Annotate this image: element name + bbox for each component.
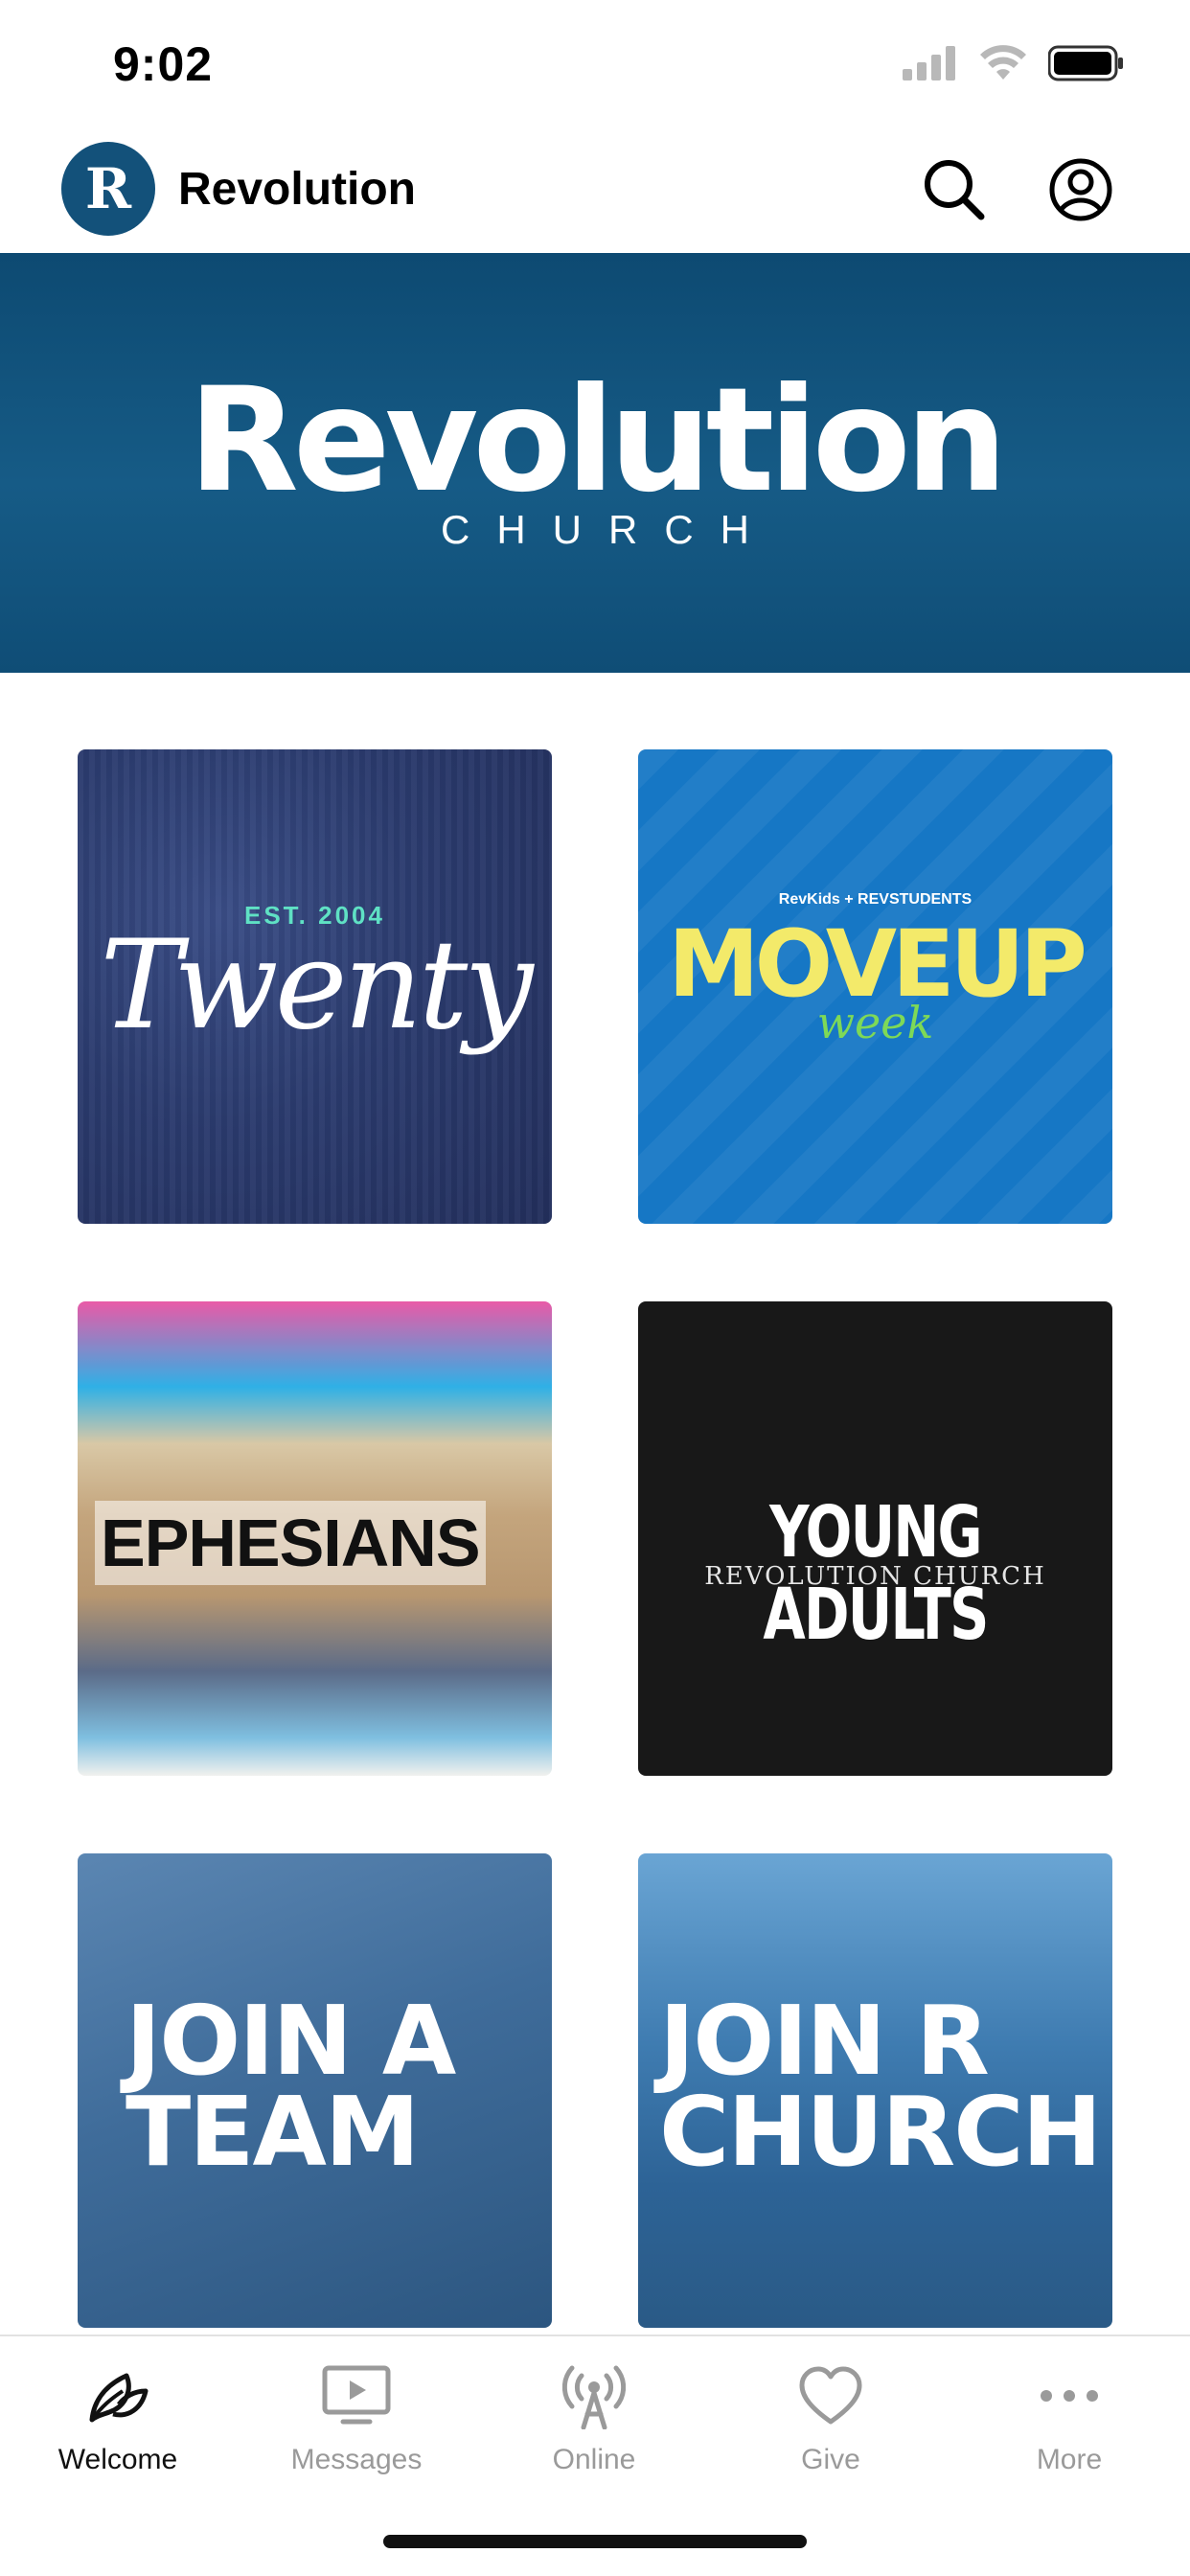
tab-more-label: More <box>1036 2444 1103 2475</box>
app-logo[interactable]: R <box>61 142 155 236</box>
logo-letter: R <box>84 156 132 221</box>
tile-join-team-line1: JOIN A <box>126 1985 456 2097</box>
tab-welcome-label: Welcome <box>57 2444 178 2475</box>
tile-young-adults-subtitle: REVOLUTION CHURCH <box>704 1562 1046 1591</box>
hero-banner: Revolution CHURCH <box>0 253 1190 673</box>
heart-icon <box>799 2366 862 2425</box>
tab-online[interactable]: Online <box>489 2359 699 2476</box>
tile-ephesians[interactable]: EPHESIANS <box>78 1301 552 1776</box>
tile-join-church-title: JOIN R CHURCH <box>659 1985 1102 2188</box>
tab-more[interactable]: More <box>964 2359 1175 2476</box>
profile-icon[interactable] <box>1046 155 1115 224</box>
leaf-icon <box>89 2373 149 2423</box>
home-indicator <box>383 2535 807 2548</box>
antenna-icon <box>562 2365 626 2429</box>
tile-join-church[interactable]: JOIN R CHURCH <box>638 1853 1112 2328</box>
hero-title: Revolution <box>188 357 1007 524</box>
tile-join-church-line2: CHURCH <box>659 2076 1102 2188</box>
wifi-icon <box>980 45 1026 80</box>
hero-subtitle: CHURCH <box>441 507 776 552</box>
tile-ephesians-title: EPHESIANS <box>95 1501 486 1585</box>
status-icons <box>903 44 1125 82</box>
tab-online-label: Online <box>552 2444 636 2475</box>
tile-join-team[interactable]: JOIN A TEAM <box>78 1853 552 2328</box>
search-icon[interactable] <box>920 155 989 224</box>
cellular-signal-icon <box>903 46 955 80</box>
tile-twenty-title: Twenty <box>100 914 533 1057</box>
tab-give[interactable]: Give <box>725 2359 936 2476</box>
tv-play-icon <box>322 2365 391 2425</box>
battery-icon <box>1048 45 1123 81</box>
tile-join-team-title: JOIN A TEAM <box>126 1985 456 2188</box>
status-time: 9:02 <box>113 37 214 91</box>
tab-give-label: Give <box>801 2444 860 2475</box>
tab-messages[interactable]: Messages <box>251 2359 462 2476</box>
tab-welcome[interactable]: Welcome <box>12 2359 223 2476</box>
status-bar: 9:02 <box>0 0 1190 128</box>
tile-join-team-line2: TEAM <box>126 2076 420 2188</box>
tab-messages-label: Messages <box>290 2444 423 2475</box>
more-dots-icon <box>1041 2390 1098 2402</box>
app-title: Revolution <box>178 164 416 215</box>
tile-moveup-week: week <box>816 997 934 1048</box>
app-header: R Revolution <box>0 128 1190 253</box>
tile-moveup-brands: RevKids + REVSTUDENTS <box>778 891 973 908</box>
tile-join-church-line1: JOIN R <box>659 1985 990 2097</box>
tile-young-adults[interactable]: YOUNG ADULTS REVOLUTION CHURCH <box>638 1301 1112 1776</box>
tile-moveup[interactable]: RevKids + REVSTUDENTS MOVEUP week <box>638 749 1112 1224</box>
tile-twenty[interactable]: EST. 2004 Twenty <box>78 749 552 1224</box>
